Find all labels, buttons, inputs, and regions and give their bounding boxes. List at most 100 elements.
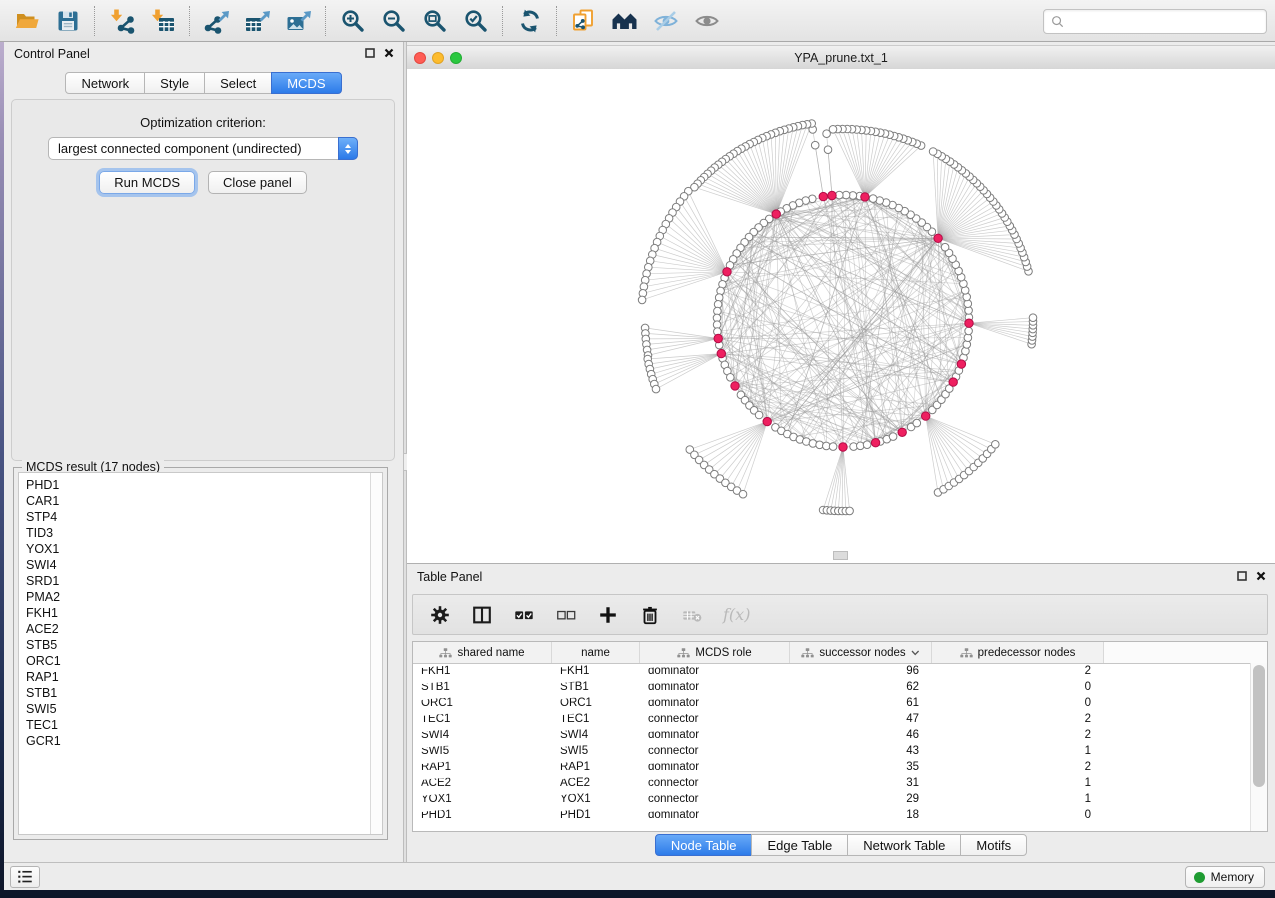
toggle-columns-icon xyxy=(471,604,493,626)
column-label: successor nodes xyxy=(819,647,905,659)
run-mcds-button[interactable]: Run MCDS xyxy=(99,171,195,194)
refresh-button[interactable] xyxy=(509,4,550,38)
first-neighbors-button[interactable] xyxy=(604,4,645,38)
tab-style[interactable]: Style xyxy=(144,72,205,94)
mcds-result-item[interactable]: TID3 xyxy=(26,525,382,541)
cell-mcds-role: connector xyxy=(640,793,790,805)
mcds-result-item[interactable]: GCR1 xyxy=(26,733,382,749)
mcds-result-item[interactable]: TEC1 xyxy=(26,717,382,733)
table-row[interactable]: ACE2ACE2connector311 xyxy=(413,775,1251,791)
optimization-label: Optimization criterion: xyxy=(12,115,394,130)
tab-motifs[interactable]: Motifs xyxy=(960,834,1027,856)
column-header-shared-name[interactable]: shared name xyxy=(413,642,552,663)
import-network-button[interactable] xyxy=(101,4,142,38)
table-row[interactable]: SWI4SWI4dominator462 xyxy=(413,727,1251,743)
table-row[interactable]: STB1STB1dominator620 xyxy=(413,679,1251,695)
cell-shared-name: ORC1 xyxy=(413,697,552,709)
mcds-result-item[interactable]: STB1 xyxy=(26,685,382,701)
close-panel-button[interactable]: Close panel xyxy=(208,171,307,194)
minimize-window-light[interactable] xyxy=(432,52,444,64)
zoom-out-button[interactable] xyxy=(373,4,414,38)
node-table: shared namenameMCDS role successor nodes p… xyxy=(412,641,1268,832)
mcds-result-item[interactable]: SWI4 xyxy=(26,557,382,573)
column-header-successor-nodes[interactable]: successor nodes xyxy=(790,642,932,663)
close-panel-icon[interactable] xyxy=(384,48,394,58)
mcds-result-item[interactable]: YOX1 xyxy=(26,541,382,557)
automation-panel-button[interactable] xyxy=(10,866,40,888)
delete-column-button[interactable] xyxy=(639,604,661,626)
refresh-icon xyxy=(517,8,543,34)
toggle-columns-button[interactable] xyxy=(471,604,493,626)
cell-predecessor-nodes: 1 xyxy=(932,793,1104,805)
float-panel-icon[interactable] xyxy=(365,48,375,58)
mcds-list-scrollbar[interactable] xyxy=(370,473,382,834)
cell-mcds-role: dominator xyxy=(640,729,790,741)
mcds-result-item[interactable]: ACE2 xyxy=(26,621,382,637)
tab-mcds[interactable]: MCDS xyxy=(271,72,341,94)
mcds-result-item[interactable]: RAP1 xyxy=(26,669,382,685)
show-all-button[interactable] xyxy=(686,4,727,38)
zoom-in-button[interactable] xyxy=(332,4,373,38)
export-network-button[interactable] xyxy=(196,4,237,38)
table-row[interactable]: SWI5SWI5connector431 xyxy=(413,743,1251,759)
mcds-result-item[interactable]: SRD1 xyxy=(26,573,382,589)
export-table-button[interactable] xyxy=(237,4,278,38)
cell-successor-nodes: 47 xyxy=(790,713,932,725)
cell-shared-name: PHD1 xyxy=(413,809,552,821)
column-header-mcds-role[interactable]: MCDS role xyxy=(640,642,790,663)
close-window-light[interactable] xyxy=(414,52,426,64)
tab-node-table[interactable]: Node Table xyxy=(655,834,753,856)
mcds-result-item[interactable]: STP4 xyxy=(26,509,382,525)
hide-selected-button[interactable] xyxy=(645,4,686,38)
clone-network-button[interactable] xyxy=(563,4,604,38)
cell-name: FKH1 xyxy=(552,665,640,677)
column-header-name[interactable]: name xyxy=(552,642,640,663)
column-header-predecessor-nodes[interactable]: predecessor nodes xyxy=(932,642,1104,663)
table-row[interactable]: RAP1RAP1dominator352 xyxy=(413,759,1251,775)
search-icon xyxy=(1051,15,1064,28)
open-file-button[interactable] xyxy=(6,4,47,38)
zoom-selected-button[interactable] xyxy=(455,4,496,38)
tab-network[interactable]: Network xyxy=(65,72,145,94)
mcds-result-item[interactable]: PHD1 xyxy=(26,477,382,493)
tab-select[interactable]: Select xyxy=(204,72,272,94)
save-session-button[interactable] xyxy=(47,4,88,38)
settings-gear-button[interactable] xyxy=(429,604,451,626)
mcds-result-item[interactable]: PMA2 xyxy=(26,589,382,605)
control-panel-tabs: NetworkStyleSelectMCDS xyxy=(4,72,403,94)
table-toolbar: f(x) xyxy=(412,594,1268,635)
panel-splitter-grip[interactable] xyxy=(833,551,848,560)
float-table-panel-icon[interactable] xyxy=(1237,571,1247,581)
mcds-result-item[interactable]: ORC1 xyxy=(26,653,382,669)
optimization-criterion-select[interactable]: largest connected component (undirected) xyxy=(48,137,358,160)
cell-successor-nodes: 46 xyxy=(790,729,932,741)
table-row[interactable]: YOX1YOX1connector291 xyxy=(413,791,1251,807)
network-canvas[interactable] xyxy=(407,69,1275,563)
mcds-result-group: MCDS result (17 nodes) PHD1CAR1STP4TID3Y… xyxy=(13,467,388,840)
table-row[interactable]: TEC1TEC1connector472 xyxy=(413,711,1251,727)
mcds-result-item[interactable]: SWI5 xyxy=(26,701,382,717)
maximize-window-light[interactable] xyxy=(450,52,462,64)
search-input[interactable] xyxy=(1067,14,1266,30)
select-all-button[interactable] xyxy=(513,604,535,626)
zoom-fit-button[interactable] xyxy=(414,4,455,38)
table-row[interactable]: ORC1ORC1dominator610 xyxy=(413,695,1251,711)
cell-successor-nodes: 61 xyxy=(790,697,932,709)
export-image-button[interactable] xyxy=(278,4,319,38)
close-table-panel-icon[interactable] xyxy=(1256,571,1266,581)
mcds-result-item[interactable]: FKH1 xyxy=(26,605,382,621)
mcds-result-item[interactable]: CAR1 xyxy=(26,493,382,509)
tab-edge-table[interactable]: Edge Table xyxy=(751,834,848,856)
network-panel: YPA_prune.txt_1 xyxy=(407,41,1275,563)
table-row[interactable]: FKH1FKH1dominator962 xyxy=(413,663,1251,679)
table-row[interactable]: PHD1PHD1dominator180 xyxy=(413,807,1251,823)
tab-network-table[interactable]: Network Table xyxy=(847,834,961,856)
deselect-all-button[interactable] xyxy=(555,604,577,626)
memory-button[interactable]: Memory xyxy=(1185,866,1265,888)
add-column-button[interactable] xyxy=(597,604,619,626)
import-table-button[interactable] xyxy=(142,4,183,38)
mcds-result-item[interactable]: STB5 xyxy=(26,637,382,653)
table-scrollbar-thumb[interactable] xyxy=(1253,665,1265,787)
toolbar-separator xyxy=(94,6,95,36)
sort-desc-icon xyxy=(911,650,920,656)
